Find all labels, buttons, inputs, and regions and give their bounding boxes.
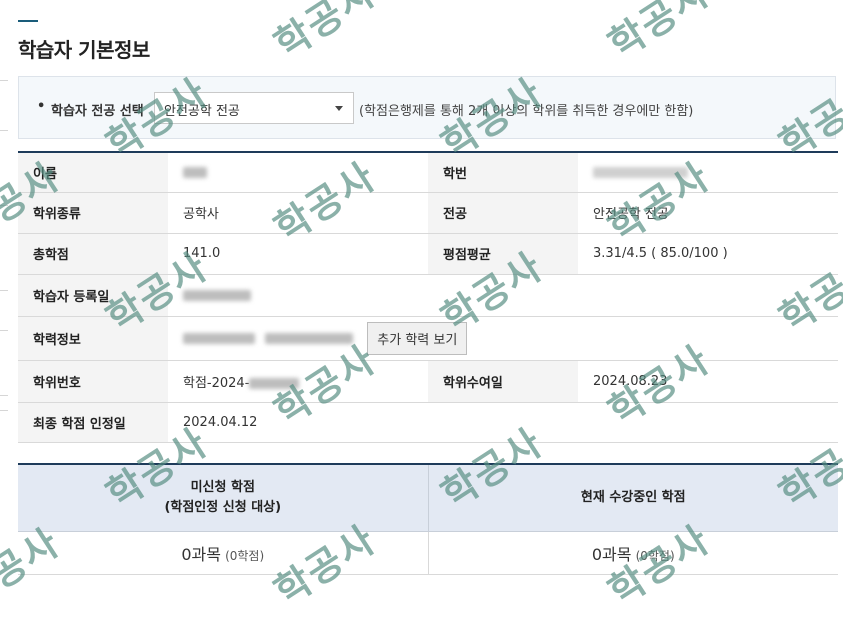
redacted-name: [183, 166, 207, 178]
gpa-value: 3.31/4.5 ( 85.0/100 ): [578, 233, 838, 275]
table-row: 최종 학점 인정일 2024.04.12: [18, 402, 838, 443]
student-no-label: 학번: [428, 152, 578, 193]
major-select-note: (학점은행제를 통해 2개 이상의 학위를 취득한 경우에만 한함): [359, 104, 694, 119]
degree-type-value: 공학사: [168, 192, 428, 234]
total-credits-label: 총학점: [18, 233, 168, 275]
redacted-education-2: [265, 332, 354, 344]
degree-no-value: 학점-2024-: [168, 360, 428, 403]
table-row: 학력정보 추가 학력 보기: [18, 316, 838, 361]
table-row: 이름 학번: [18, 152, 838, 193]
table-row: 학습자 등록일: [18, 274, 838, 317]
current-credit-total: (0학점): [635, 549, 675, 563]
more-education-button[interactable]: 추가 학력 보기: [367, 321, 468, 355]
current-course-count: 0과목: [591, 545, 632, 564]
name-value: [168, 152, 428, 193]
unapplied-course-count: 0과목: [181, 545, 221, 564]
learner-info-table: 이름 학번 학위종류 공학사 전공 안전공학 전공 총학점 141.0 평점평균…: [18, 151, 838, 443]
title-accent-bar: [18, 20, 38, 22]
major-select-label: 학습자 전공 선택: [51, 104, 144, 119]
student-no-value: [578, 152, 838, 193]
major-label: 전공: [428, 192, 578, 234]
degree-no-label: 학위번호: [18, 360, 168, 403]
table-row: 학위번호 학점-2024- 학위수여일 2024.08.23: [18, 360, 838, 403]
final-credit-date-label: 최종 학점 인정일: [18, 402, 168, 443]
table-row: 총학점 141.0 평점평균 3.31/4.5 ( 85.0/100 ): [18, 233, 838, 275]
table-row: 미신청 학점 (학점인정 신청 대상) 현재 수강중인 학점: [18, 464, 838, 532]
registration-date-value: [168, 274, 838, 317]
chevron-down-icon: [335, 106, 343, 111]
unapplied-credits-header: 미신청 학점 (학점인정 신청 대상): [18, 464, 428, 532]
bullet: •: [37, 99, 46, 114]
major-select-dropdown[interactable]: 안전공학 전공: [154, 92, 354, 124]
total-credits-value: 141.0: [168, 233, 428, 275]
table-row: 0과목 (0학점) 0과목 (0학점): [18, 531, 838, 575]
major-select-value: 안전공학 전공: [164, 104, 240, 119]
credit-summary-table: 미신청 학점 (학점인정 신청 대상) 현재 수강중인 학점 0과목 (0학점)…: [18, 463, 838, 575]
unapplied-credit-total: (0학점): [225, 549, 265, 563]
gpa-label: 평점평균: [428, 233, 578, 275]
award-date-value: 2024.08.23: [578, 360, 838, 403]
degree-no-prefix: 학점-2024-: [183, 375, 250, 391]
education-value: 추가 학력 보기: [168, 316, 838, 361]
current-credits-cell: 0과목 (0학점): [427, 531, 838, 575]
major-value: 안전공학 전공: [578, 192, 838, 234]
final-credit-date-value: 2024.04.12: [168, 402, 838, 443]
redacted-degree-no: [249, 377, 300, 389]
watermark: 학공사: [600, 0, 718, 68]
table-row: 학위종류 공학사 전공 안전공학 전공: [18, 192, 838, 234]
redacted-registration-date: [183, 289, 251, 301]
award-date-label: 학위수여일: [428, 360, 578, 403]
major-selection-panel: • 학습자 전공 선택 안전공학 전공 (학점은행제를 통해 2개 이상의 학위…: [18, 76, 836, 139]
redacted-education-1: [183, 332, 255, 344]
current-credits-header: 현재 수강중인 학점: [427, 464, 838, 532]
page-title: 학습자 기본정보: [18, 38, 150, 62]
unapplied-header-line1: 미신청 학점: [190, 480, 255, 495]
redacted-student-no: [593, 166, 688, 178]
unapplied-credits-cell: 0과목 (0학점): [18, 531, 428, 575]
unapplied-header-line2: (학점인정 신청 대상): [164, 500, 282, 515]
name-label: 이름: [18, 152, 168, 193]
watermark: 학공사: [266, 0, 384, 68]
education-label: 학력정보: [18, 316, 168, 361]
registration-date-label: 학습자 등록일: [18, 274, 168, 317]
degree-type-label: 학위종류: [18, 192, 168, 234]
